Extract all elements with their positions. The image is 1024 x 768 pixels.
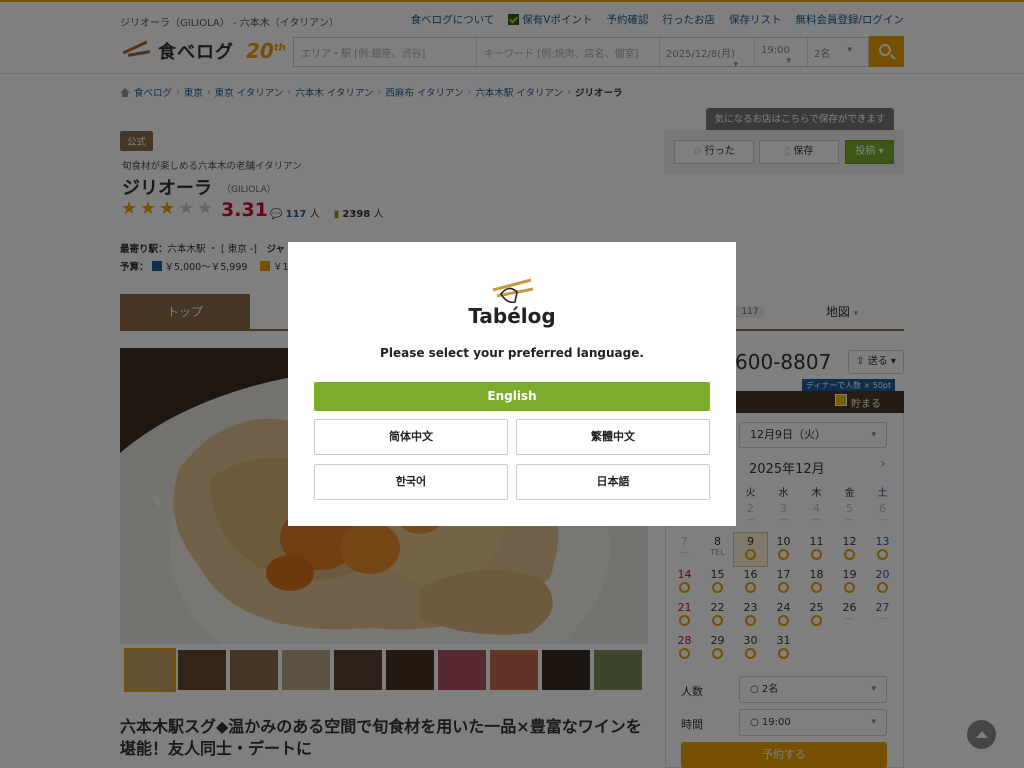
english-button[interactable]: English: [314, 382, 710, 411]
korean-button[interactable]: 한국어: [314, 464, 508, 500]
language-prompt: Please select your preferred language.: [380, 346, 644, 360]
language-modal: Tabélog Please select your preferred lan…: [288, 242, 736, 526]
simplified-chinese-button[interactable]: 简体中文: [314, 419, 508, 455]
japanese-button[interactable]: 日本語: [516, 464, 710, 500]
tabelog-chopsticks-icon: [492, 278, 534, 304]
modal-logo-text: Tabélog: [468, 304, 556, 328]
traditional-chinese-button[interactable]: 繁體中文: [516, 419, 710, 455]
